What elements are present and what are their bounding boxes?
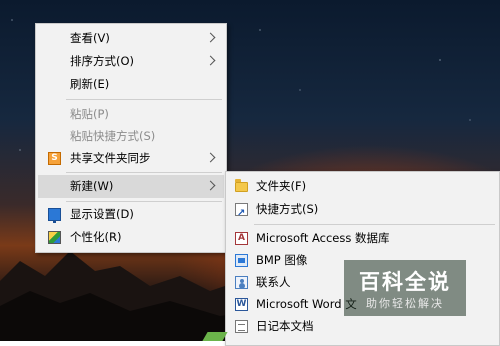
folder-icon xyxy=(235,179,248,192)
menu-item-shared-folder-sync[interactable]: S 共享文件夹同步 xyxy=(38,147,224,170)
sync-folder-icon: S xyxy=(48,152,61,165)
menu-item-display-settings[interactable]: 显示设置(D) xyxy=(38,203,224,226)
chevron-right-icon xyxy=(205,152,216,163)
menu-item-personalize[interactable]: 个性化(R) xyxy=(38,226,224,249)
menu-item-label: 快捷方式(S) xyxy=(256,202,319,216)
chevron-right-icon xyxy=(205,55,216,66)
menu-item-label: Microsoft Word 文 xyxy=(256,297,357,311)
menu-item-label: 显示设置(D) xyxy=(70,207,134,221)
display-settings-icon xyxy=(48,208,61,223)
new-submenu: 文件夹(F) 快捷方式(S) A Microsoft Access 数据库 BM… xyxy=(225,171,500,346)
menu-item-label: 联系人 xyxy=(256,275,291,289)
menu-item-label: 粘贴(P) xyxy=(70,107,109,121)
menu-item-label: 粘贴快捷方式(S) xyxy=(70,129,156,143)
menu-separator xyxy=(254,224,495,225)
menu-item-label: BMP 图像 xyxy=(256,253,308,267)
menu-item-paste[interactable]: 粘贴(P) xyxy=(38,103,224,126)
menu-item-label: 日记本文档 xyxy=(256,319,314,333)
menu-item-label: 刷新(E) xyxy=(70,77,110,91)
contact-icon xyxy=(235,276,248,289)
chevron-right-icon xyxy=(205,32,216,43)
menu-item-label: 新建(W) xyxy=(70,179,114,193)
menu-item-label: 共享文件夹同步 xyxy=(70,151,151,165)
menu-item-label: 排序方式(O) xyxy=(70,54,135,68)
menu-separator xyxy=(66,99,222,100)
new-item-access-database[interactable]: A Microsoft Access 数据库 xyxy=(228,227,497,250)
menu-item-refresh[interactable]: 刷新(E) xyxy=(38,73,224,96)
new-item-folder[interactable]: 文件夹(F) xyxy=(228,175,497,198)
menu-item-label: 查看(V) xyxy=(70,31,110,45)
journal-icon xyxy=(235,320,248,333)
menu-item-label: 个性化(R) xyxy=(70,230,122,244)
access-icon: A xyxy=(235,232,248,245)
watermark: 百科全说 助你轻松解决 xyxy=(344,260,466,316)
menu-item-sort-by[interactable]: 排序方式(O) xyxy=(38,50,224,73)
menu-separator xyxy=(66,172,222,173)
shortcut-icon xyxy=(235,202,248,225)
desktop-context-menu: 查看(V) 排序方式(O) 刷新(E) 粘贴(P) 粘贴快捷方式(S) S 共享… xyxy=(35,23,227,253)
bmp-image-icon xyxy=(235,254,248,267)
menu-separator xyxy=(66,201,222,202)
menu-item-view[interactable]: 查看(V) xyxy=(38,27,224,50)
chevron-right-icon xyxy=(205,180,216,191)
menu-item-label: 文件夹(F) xyxy=(256,179,307,193)
new-item-shortcut[interactable]: 快捷方式(S) xyxy=(228,198,497,225)
menu-item-paste-shortcut[interactable]: 粘贴快捷方式(S) xyxy=(38,125,224,148)
new-item-journal-document[interactable]: 日记本文档 xyxy=(228,315,497,338)
word-icon: W xyxy=(235,298,248,311)
menu-item-label: Microsoft Access 数据库 xyxy=(256,231,390,245)
watermark-title: 百科全说 xyxy=(359,270,451,294)
watermark-subtitle: 助你轻松解决 xyxy=(366,297,444,310)
personalize-icon xyxy=(48,231,61,244)
menu-item-new[interactable]: 新建(W) xyxy=(38,175,224,198)
